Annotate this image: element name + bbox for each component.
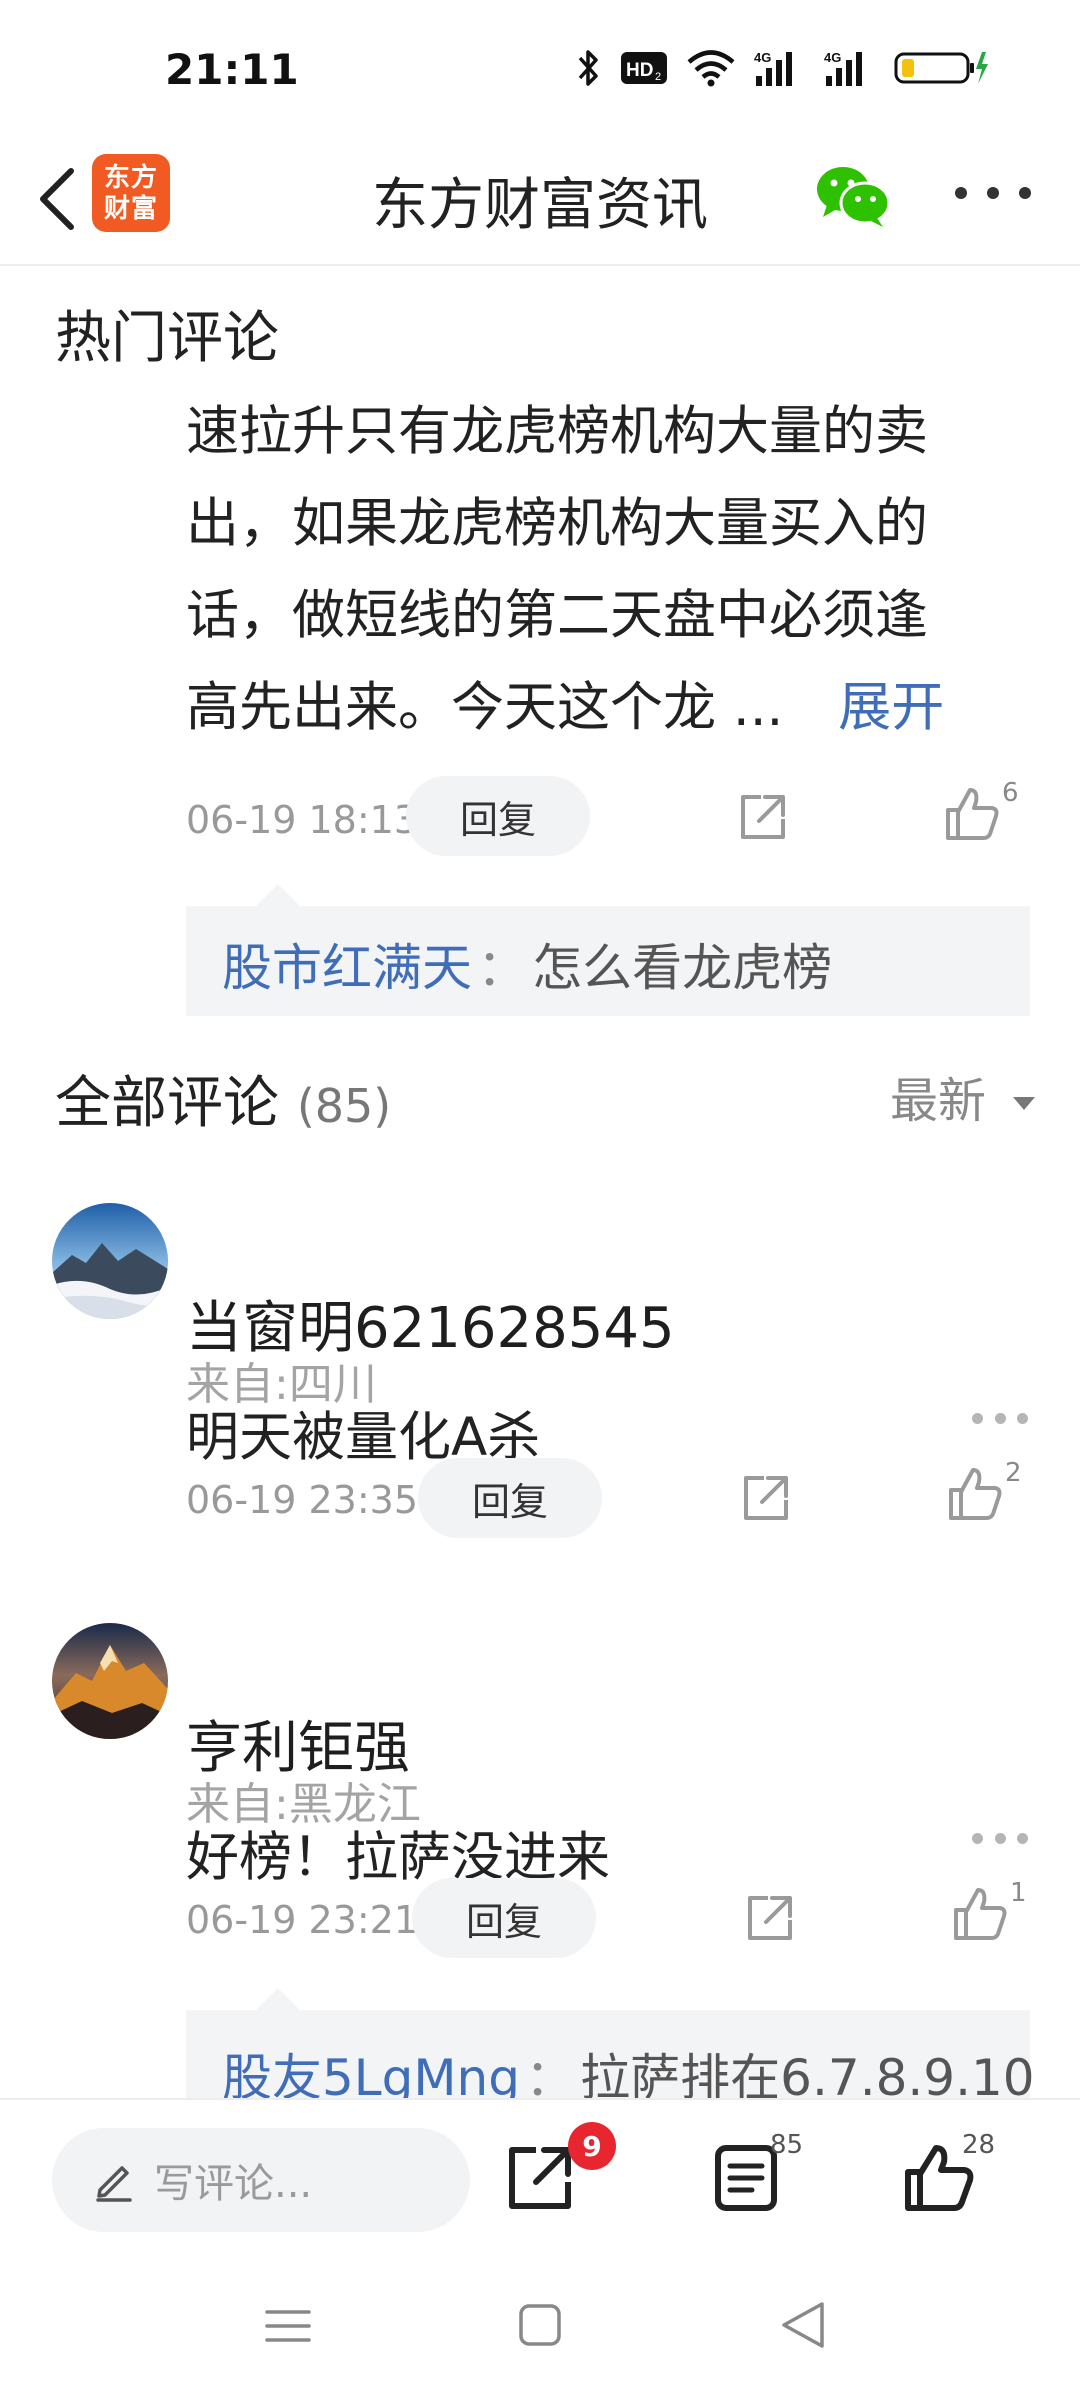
hot-comment-line: 速拉升只有龙虎榜机构大量的卖 <box>186 401 928 462</box>
wechat-icon <box>817 167 891 227</box>
comment-time: 06-19 18:13 <box>186 798 419 842</box>
share-icon[interactable] <box>742 1890 798 1946</box>
thumbs-up-icon <box>946 788 999 840</box>
reply-line: 股市红满天 ： 怎么看龙虎榜 <box>222 928 832 1000</box>
comments-scroll-area[interactable]: 热门评论 速拉升只有龙虎榜机构大量的卖 出，如果龙虎榜机构大量买入的 话，做短线… <box>0 268 1080 2098</box>
status-bar: 21:11 HD 2 4G 4G <box>0 0 1080 140</box>
avatar-image <box>52 1203 168 1319</box>
home-icon[interactable] <box>505 2290 575 2360</box>
avatar[interactable] <box>52 1203 168 1319</box>
share-icon[interactable] <box>502 2140 578 2216</box>
page-title: 东方财富资讯 <box>372 173 708 238</box>
thumbs-up-icon <box>949 1468 1002 1520</box>
sort-label: 最新 <box>890 1073 987 1129</box>
reply-username[interactable]: 股市红满天 <box>222 939 472 997</box>
hd-icon: HD 2 <box>621 52 667 84</box>
hot-comment-line: 高先出来。今天这个龙 ... <box>186 677 784 738</box>
share-badge: 9 <box>568 2122 616 2170</box>
sort-dropdown[interactable]: 最新 <box>890 1061 1037 1131</box>
reply-button[interactable]: 回复 <box>412 1878 596 1958</box>
back-triangle-icon[interactable] <box>770 2290 840 2360</box>
dot-icon <box>955 187 967 199</box>
signal-4g-icon: 4G <box>754 50 792 86</box>
all-comments-count: (85) <box>296 1079 392 1133</box>
reply-button[interactable]: 回复 <box>406 776 590 856</box>
expand-link[interactable]: 展开 <box>838 677 944 738</box>
comments-count: 85 <box>770 2130 804 2160</box>
svg-text:2: 2 <box>655 71 661 83</box>
pencil-icon <box>96 2166 132 2202</box>
system-nav-bar <box>0 2250 1080 2400</box>
like-count: 1 <box>1010 1878 1027 1908</box>
hot-comment-line: 出，如果龙虎榜机构大量买入的 <box>186 493 928 554</box>
reply-preview[interactable]: 股市红满天 ： 怎么看龙虎榜 <box>186 884 1030 1016</box>
hot-comment-text: 速拉升只有龙虎榜机构大量的卖 出，如果龙虎榜机构大量买入的 话，做短线的第二天盘… <box>186 386 986 754</box>
reply-username[interactable]: 股友5LgMng <box>222 2049 520 2098</box>
like-count: 2 <box>1005 1458 1022 1488</box>
hot-comment-line-last: 高先出来。今天这个龙 ... 展开 <box>186 662 986 754</box>
avatar-image <box>52 1623 168 1739</box>
wechat-share-button[interactable] <box>815 163 891 229</box>
bluetooth-icon <box>578 50 598 86</box>
signal-4g-icon: 4G <box>824 50 862 86</box>
hot-comments-title: 热门评论 <box>55 306 279 371</box>
like-button[interactable]: 1 <box>950 1878 1030 1948</box>
dot-icon <box>987 187 999 199</box>
wifi-icon <box>687 50 735 87</box>
dot-icon <box>1019 187 1031 199</box>
app-header: 东方 财富 东方财富资讯 <box>0 140 1080 266</box>
like-button[interactable]: 6 <box>942 778 1022 848</box>
menu-icon[interactable] <box>253 2290 323 2360</box>
dot-icon <box>994 1832 1006 1844</box>
share-icon[interactable] <box>738 1470 794 1526</box>
comment-time: 06-19 23:21 <box>186 1898 419 1942</box>
svg-text:HD: HD <box>626 60 653 81</box>
comment-input[interactable]: 写评论... <box>52 2128 470 2232</box>
svg-text:4G: 4G <box>824 50 841 65</box>
reply-text: 拉萨排在6.7.8.9.10 <box>580 2049 1035 2098</box>
comment-input-placeholder: 写评论... <box>154 2161 313 2207</box>
comment-text: 好榜！拉萨没进来 <box>186 1827 610 1888</box>
more-options-button[interactable] <box>955 173 1031 213</box>
status-icons: HD 2 4G 4G <box>576 48 990 88</box>
reply-line: 股友5LgMng ： 拉萨排在6.7.8.9.10 <box>222 2038 1035 2098</box>
all-comments-label: 全部评论 <box>55 1071 279 1136</box>
battery-icon <box>894 52 988 84</box>
comment-time: 06-19 23:35 <box>186 1478 419 1522</box>
reply-preview[interactable]: 股友5LgMng ： 拉萨排在6.7.8.9.10 <box>186 1988 1035 2098</box>
reply-pointer <box>256 1988 300 2010</box>
svg-text:4G: 4G <box>754 50 771 65</box>
thumbs-up-icon <box>954 1888 1007 1940</box>
reply-button[interactable]: 回复 <box>418 1458 602 1538</box>
reply-text: 怎么看龙虎榜 <box>532 939 833 997</box>
reply-pointer <box>256 884 300 906</box>
status-time: 21:11 <box>165 45 299 94</box>
hot-comment-line: 话，做短线的第二天盘中必须逢 <box>186 585 928 646</box>
caret-down-icon <box>1013 1097 1036 1110</box>
like-button[interactable]: 2 <box>945 1458 1025 1528</box>
dot-icon <box>1017 1412 1028 1424</box>
reply-separator: ： <box>525 2049 576 2098</box>
bottom-action-bar: 写评论... 9 85 28 <box>0 2098 1080 2248</box>
share-icon[interactable] <box>735 789 791 845</box>
all-comments-title: 全部评论 (85) <box>55 1058 391 1139</box>
dot-icon <box>1017 1832 1028 1844</box>
reply-separator: ： <box>477 939 528 997</box>
avatar[interactable] <box>52 1623 168 1739</box>
dot-icon <box>994 1412 1006 1424</box>
like-count: 6 <box>1002 778 1019 808</box>
likes-count: 28 <box>962 2130 996 2160</box>
